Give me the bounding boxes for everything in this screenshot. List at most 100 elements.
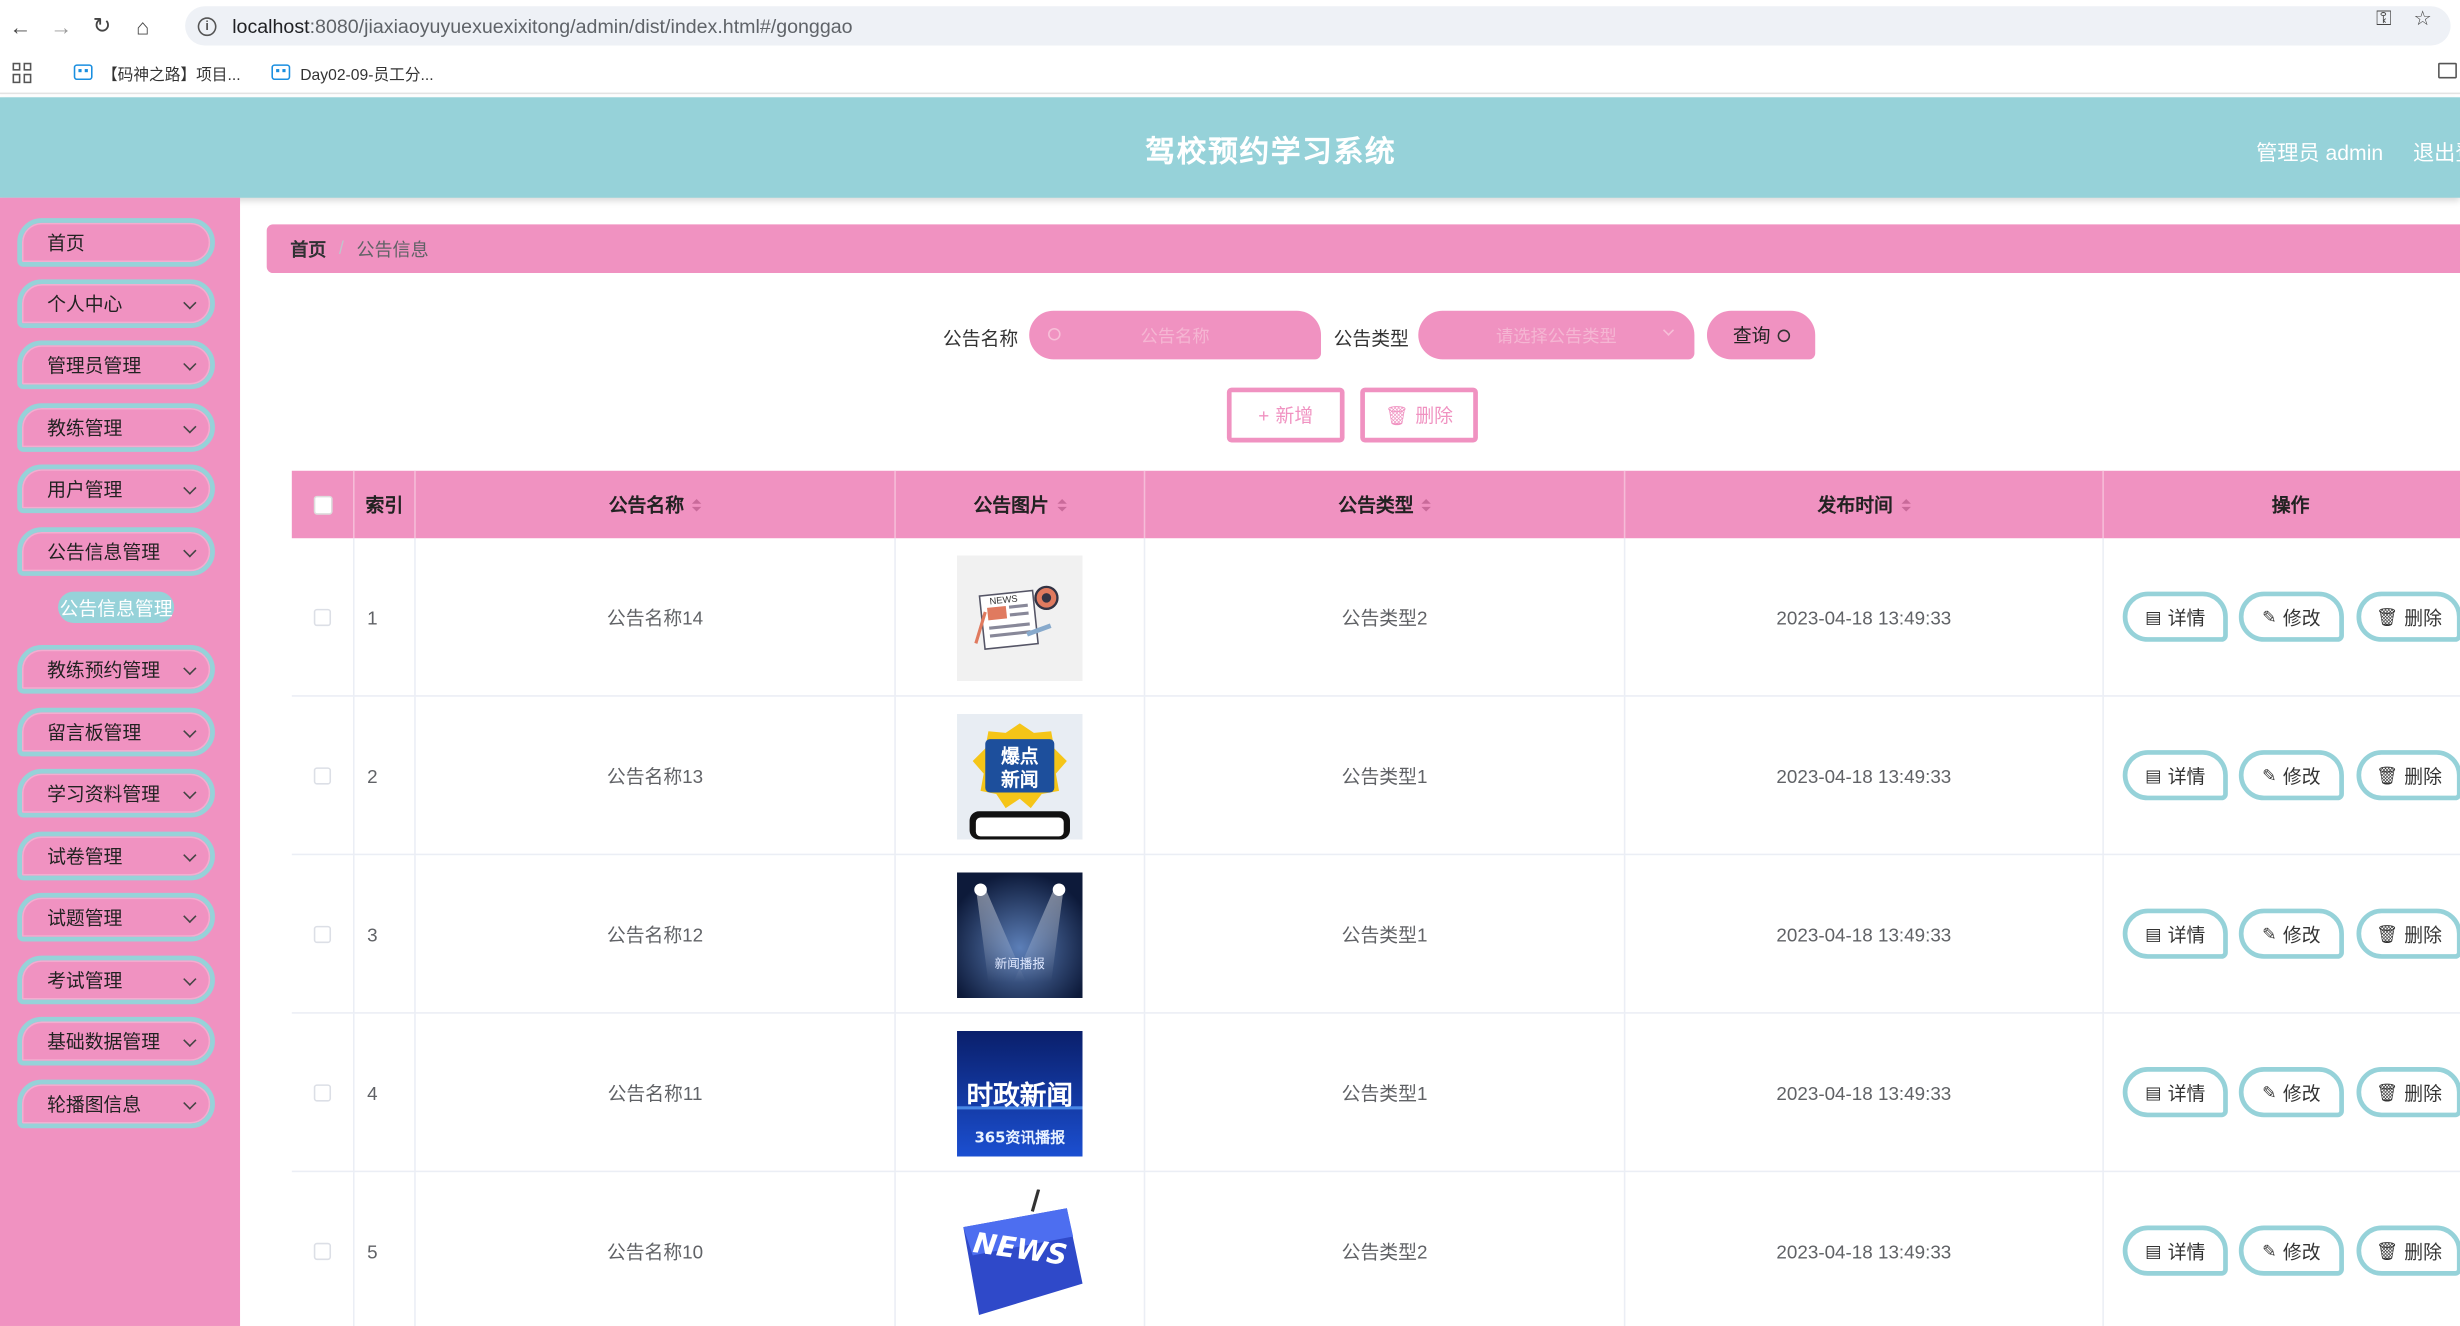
chevron-down-icon: [183, 724, 197, 738]
index-value: 4: [367, 1081, 378, 1104]
sidebar-item-label: 留言板管理: [47, 721, 142, 744]
notice-thumbnail[interactable]: 爆点 新闻: [957, 713, 1083, 839]
sidebar-item[interactable]: 留言板管理: [17, 707, 215, 757]
site-info-icon[interactable]: i: [197, 16, 217, 36]
sidebar-item[interactable]: 试卷管理: [17, 831, 215, 881]
sidebar-item-label: 试卷管理: [47, 845, 123, 868]
sidebar-item[interactable]: 教练预约管理: [17, 644, 215, 694]
back-arrow-icon[interactable]: ←: [0, 5, 41, 46]
detail-button[interactable]: ▤ 详情: [2122, 591, 2228, 642]
add-button[interactable]: + 新增: [1226, 387, 1345, 443]
sidebar-item[interactable]: 个人中心: [17, 279, 215, 328]
time-value: 2023-04-18 13:49:33: [1776, 764, 1952, 787]
home-icon[interactable]: ⌂: [122, 5, 163, 46]
sidebar-item[interactable]: 基础数据管理: [17, 1016, 215, 1066]
row-checkbox[interactable]: [313, 608, 332, 627]
sidebar-item[interactable]: 用户管理: [17, 464, 215, 514]
select-all-checkbox[interactable]: [312, 495, 332, 514]
col-type-label: 公告类型: [1338, 494, 1414, 517]
detail-button[interactable]: ▤ 详情: [2122, 1225, 2228, 1276]
delete-label: 删除: [2404, 1081, 2442, 1104]
edit-button[interactable]: ✎ 修改: [2238, 750, 2344, 801]
row-checkbox[interactable]: [313, 1242, 332, 1261]
row-checkbox[interactable]: [313, 925, 332, 944]
delete-label: 删除: [2404, 606, 2442, 629]
sidebar-item[interactable]: 教练管理: [17, 403, 215, 452]
sidebar-item[interactable]: 首页: [17, 218, 215, 267]
edit-label: 修改: [2282, 606, 2321, 629]
bookmark-item[interactable]: 【码神之路】项目...: [73, 60, 241, 84]
sidebar-item[interactable]: 轮播图信息: [17, 1079, 215, 1129]
address-bar[interactable]: i localhost:8080/jiaxiaoyuyuexuexixitong…: [185, 6, 2451, 46]
chevron-down-icon: [1662, 324, 1675, 336]
chevron-down-icon: [183, 1096, 197, 1110]
query-button[interactable]: 查询: [1706, 310, 1816, 360]
apps-grid-icon[interactable]: [12, 61, 33, 83]
col-image[interactable]: 公告图片: [896, 470, 1146, 539]
chevron-down-icon: [183, 420, 197, 434]
delete-button[interactable]: 🗑 删除: [2356, 908, 2460, 959]
search-icon: [1776, 328, 1790, 342]
app-title: 驾校预约学习系统: [1145, 136, 1397, 170]
batch-delete-button[interactable]: 🗑 删除: [1360, 387, 1478, 443]
delete-button[interactable]: 🗑 删除: [2356, 591, 2460, 642]
delete-button[interactable]: 🗑 删除: [2356, 750, 2460, 801]
detail-button[interactable]: ▤ 详情: [2122, 750, 2228, 801]
sidebar-item[interactable]: 公告信息管理: [17, 527, 215, 576]
time-value: 2023-04-18 13:49:33: [1776, 1081, 1952, 1104]
delete-button[interactable]: 🗑 删除: [2356, 1225, 2460, 1276]
name-filter-label: 公告名称: [942, 327, 1019, 350]
notice-thumbnail[interactable]: NEWS: [957, 1188, 1083, 1315]
folder-icon[interactable]: [2438, 62, 2457, 79]
sidebar-item-label: 轮播图信息: [47, 1093, 142, 1116]
col-ops-label: 操作: [2271, 494, 2310, 517]
type-select[interactable]: 请选择公告类型: [1418, 310, 1695, 360]
query-label: 查询: [1732, 324, 1771, 347]
image-cell: 时政新闻 365资讯播报: [896, 1013, 1146, 1173]
detail-button[interactable]: ▤ 详情: [2122, 1067, 2228, 1118]
edit-button[interactable]: ✎ 修改: [2238, 1225, 2344, 1276]
bookmark-item[interactable]: Day02-09-员工分...: [271, 60, 434, 84]
sort-icon[interactable]: [1056, 498, 1067, 511]
row-checkbox[interactable]: [313, 1084, 332, 1102]
col-type[interactable]: 公告类型: [1145, 470, 1626, 539]
breadcrumb-home[interactable]: 首页: [290, 236, 326, 261]
sidebar-item[interactable]: 学习资料管理: [17, 768, 215, 818]
name-search-input[interactable]: 公告名称: [1029, 310, 1322, 360]
edit-button[interactable]: ✎ 修改: [2238, 1067, 2344, 1118]
key-icon[interactable]: ⚿: [2376, 6, 2392, 31]
logout-link[interactable]: 退出登: [2413, 135, 2460, 166]
sidebar-item[interactable]: 试题管理: [17, 892, 215, 942]
row-checkbox[interactable]: [313, 767, 332, 785]
sort-icon[interactable]: [1900, 498, 1911, 511]
delete-label: 删除: [2404, 923, 2442, 946]
detail-button[interactable]: ▤ 详情: [2122, 908, 2228, 959]
col-time-label: 发布时间: [1817, 494, 1893, 517]
type-value: 公告类型1: [1341, 1082, 1428, 1105]
notice-thumbnail[interactable]: NEWS: [957, 554, 1083, 681]
thumb-text: 365资讯播报: [974, 1128, 1065, 1146]
sort-icon[interactable]: [691, 498, 702, 511]
pencil-icon: ✎: [2262, 1083, 2277, 1103]
star-icon[interactable]: ☆: [2414, 6, 2432, 31]
sidebar-item-label: 教练预约管理: [47, 659, 161, 682]
time-cell: 2023-04-18 13:49:33: [1625, 538, 2104, 697]
edit-button[interactable]: ✎ 修改: [2238, 908, 2344, 959]
pencil-icon: ✎: [2262, 766, 2277, 786]
notice-thumbnail[interactable]: 时政新闻 365资讯播报: [957, 1030, 1083, 1156]
col-name[interactable]: 公告名称: [416, 470, 896, 539]
forward-arrow-icon[interactable]: →: [41, 5, 82, 46]
submenu-item-gonggao[interactable]: 公告信息管理: [58, 591, 175, 623]
image-cell: NEWS: [896, 1172, 1146, 1326]
notice-thumbnail[interactable]: 新闻播报: [957, 871, 1083, 998]
reload-icon[interactable]: ↻: [82, 5, 123, 46]
sort-icon[interactable]: [1421, 498, 1431, 511]
index-cell: 5: [355, 1172, 416, 1326]
delete-button[interactable]: 🗑 删除: [2356, 1067, 2460, 1118]
time-cell: 2023-04-18 13:49:33: [1625, 1172, 2104, 1326]
sidebar-item[interactable]: 考试管理: [17, 955, 215, 1005]
chevron-down-icon: [183, 785, 197, 800]
edit-button[interactable]: ✎ 修改: [2238, 591, 2344, 642]
sidebar-item[interactable]: 管理员管理: [17, 340, 215, 390]
col-time[interactable]: 发布时间: [1625, 470, 2104, 539]
